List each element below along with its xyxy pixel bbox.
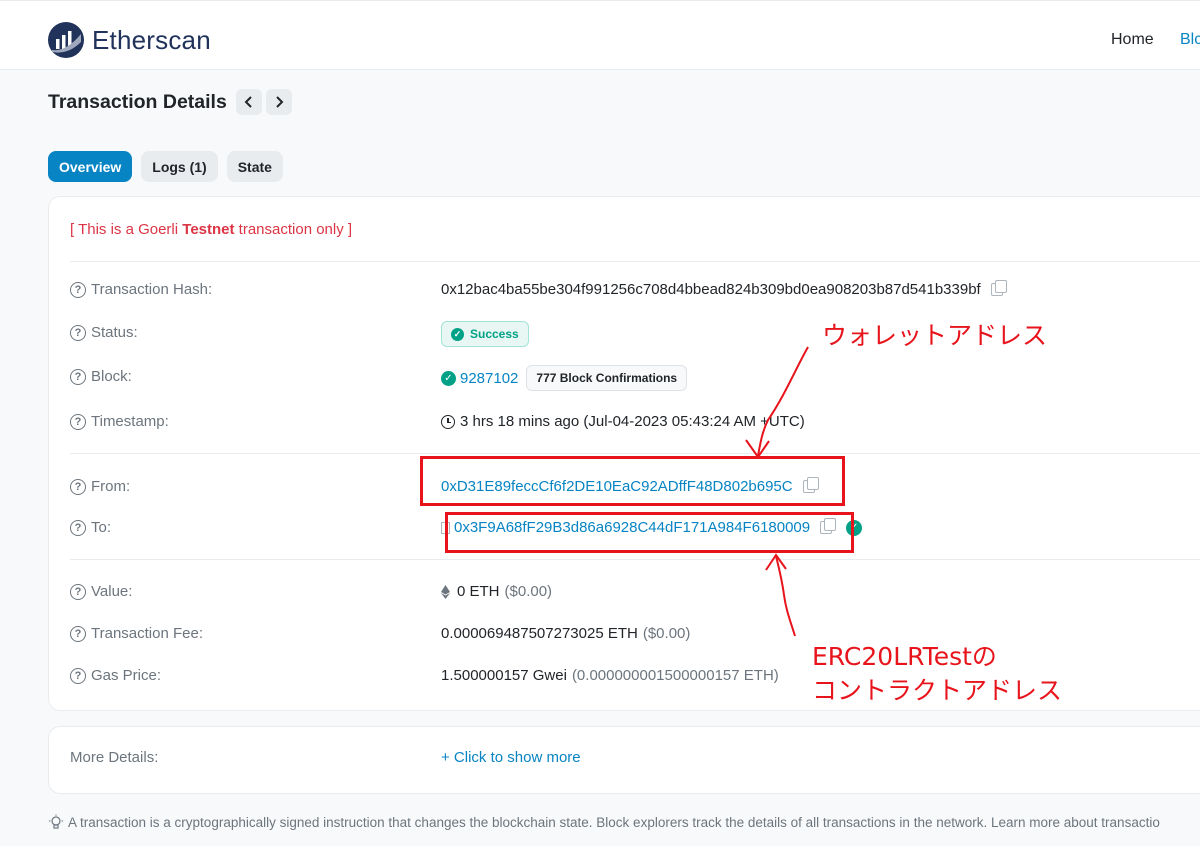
contract-annotation-line2: コントラクトアドレス bbox=[812, 676, 1063, 705]
wallet-address-annotation: ウォレットアドレス bbox=[822, 321, 1048, 350]
contract-annotation-line1: ERC20LRTestの bbox=[812, 642, 997, 671]
wallet-arrow-line bbox=[757, 346, 809, 457]
annotation-arrows bbox=[745, 346, 809, 637]
